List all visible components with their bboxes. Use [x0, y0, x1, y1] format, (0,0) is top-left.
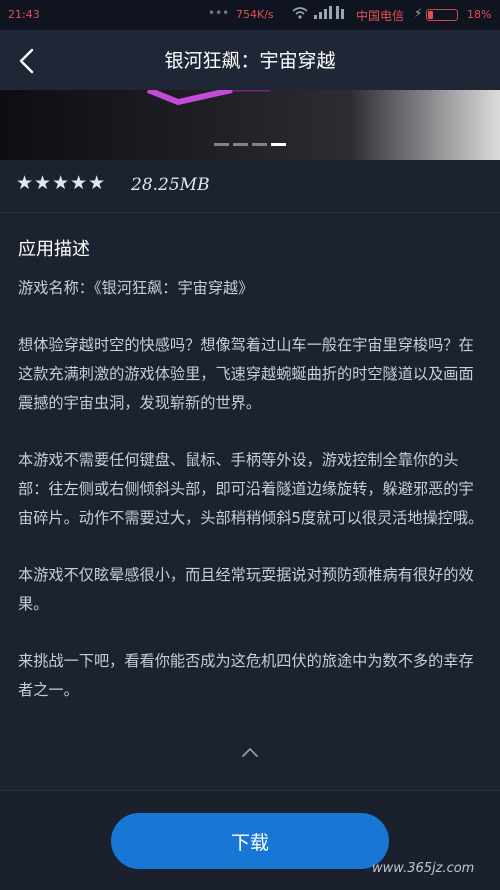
- description-paragraph: 来挑战一下吧，看看你能否成为这危机四伏的旅途中为数不多的幸存者之一。: [18, 652, 474, 699]
- banner-image: [146, 90, 270, 106]
- chevron-up-icon[interactable]: [238, 744, 262, 760]
- description-paragraph: 游戏名称：《银河狂飙：宇宙穿越》: [18, 279, 254, 297]
- rating-stars: ★★★★★: [16, 172, 107, 194]
- battery-icon: [426, 9, 458, 21]
- carousel-dot[interactable]: [252, 143, 267, 146]
- nav-bar: 银河狂飙：宇宙穿越: [0, 30, 500, 91]
- info-bar: ★★★★★ 28.25MB: [0, 160, 500, 213]
- carousel-dot[interactable]: [271, 143, 286, 146]
- network-speed: 754K/s: [236, 8, 274, 21]
- carousel-dot[interactable]: [233, 143, 248, 146]
- screenshot-carousel[interactable]: [0, 90, 500, 160]
- watermark: www.365jz.com: [372, 861, 475, 876]
- carousel-dot[interactable]: [214, 143, 229, 146]
- charging-icon: ⚡: [414, 6, 423, 20]
- wifi-icon: [292, 6, 308, 23]
- signal-icon: [314, 6, 348, 23]
- description-paragraph: 想体验穿越时空的快感吗？想像驾着过山车一般在宇宙里穿梭吗？在这款充满刺激的游戏体…: [18, 336, 474, 412]
- status-bar: 21:43 ••• 754K/s 中国电信 ⚡ 18%: [0, 0, 500, 30]
- carrier-name: 中国电信: [356, 9, 405, 23]
- dots-icon: •••: [208, 6, 230, 20]
- status-time: 21:43: [8, 8, 40, 21]
- description-body: 游戏名称：《银河狂飙：宇宙穿越》 想体验穿越时空的快感吗？想像驾着过山车一般在宇…: [18, 274, 484, 733]
- battery-percent: 18%: [467, 8, 492, 21]
- download-button[interactable]: 下载: [111, 813, 389, 869]
- section-title: 应用描述: [18, 239, 90, 260]
- description-paragraph: 本游戏不需要任何键盘、鼠标、手柄等外设，游戏控制全靠你的头部：往左侧或右侧倾斜头…: [18, 451, 484, 527]
- bottom-bar: 下载 www.365jz.com: [0, 790, 500, 890]
- app-size: 28.25MB: [131, 175, 210, 195]
- description-paragraph: 本游戏不仅眩晕感很小，而且经常玩耍据说对预防颈椎病有很好的效果。: [18, 566, 474, 613]
- carousel-dots: [0, 143, 500, 146]
- page-title: 银河狂飙：宇宙穿越: [164, 50, 336, 72]
